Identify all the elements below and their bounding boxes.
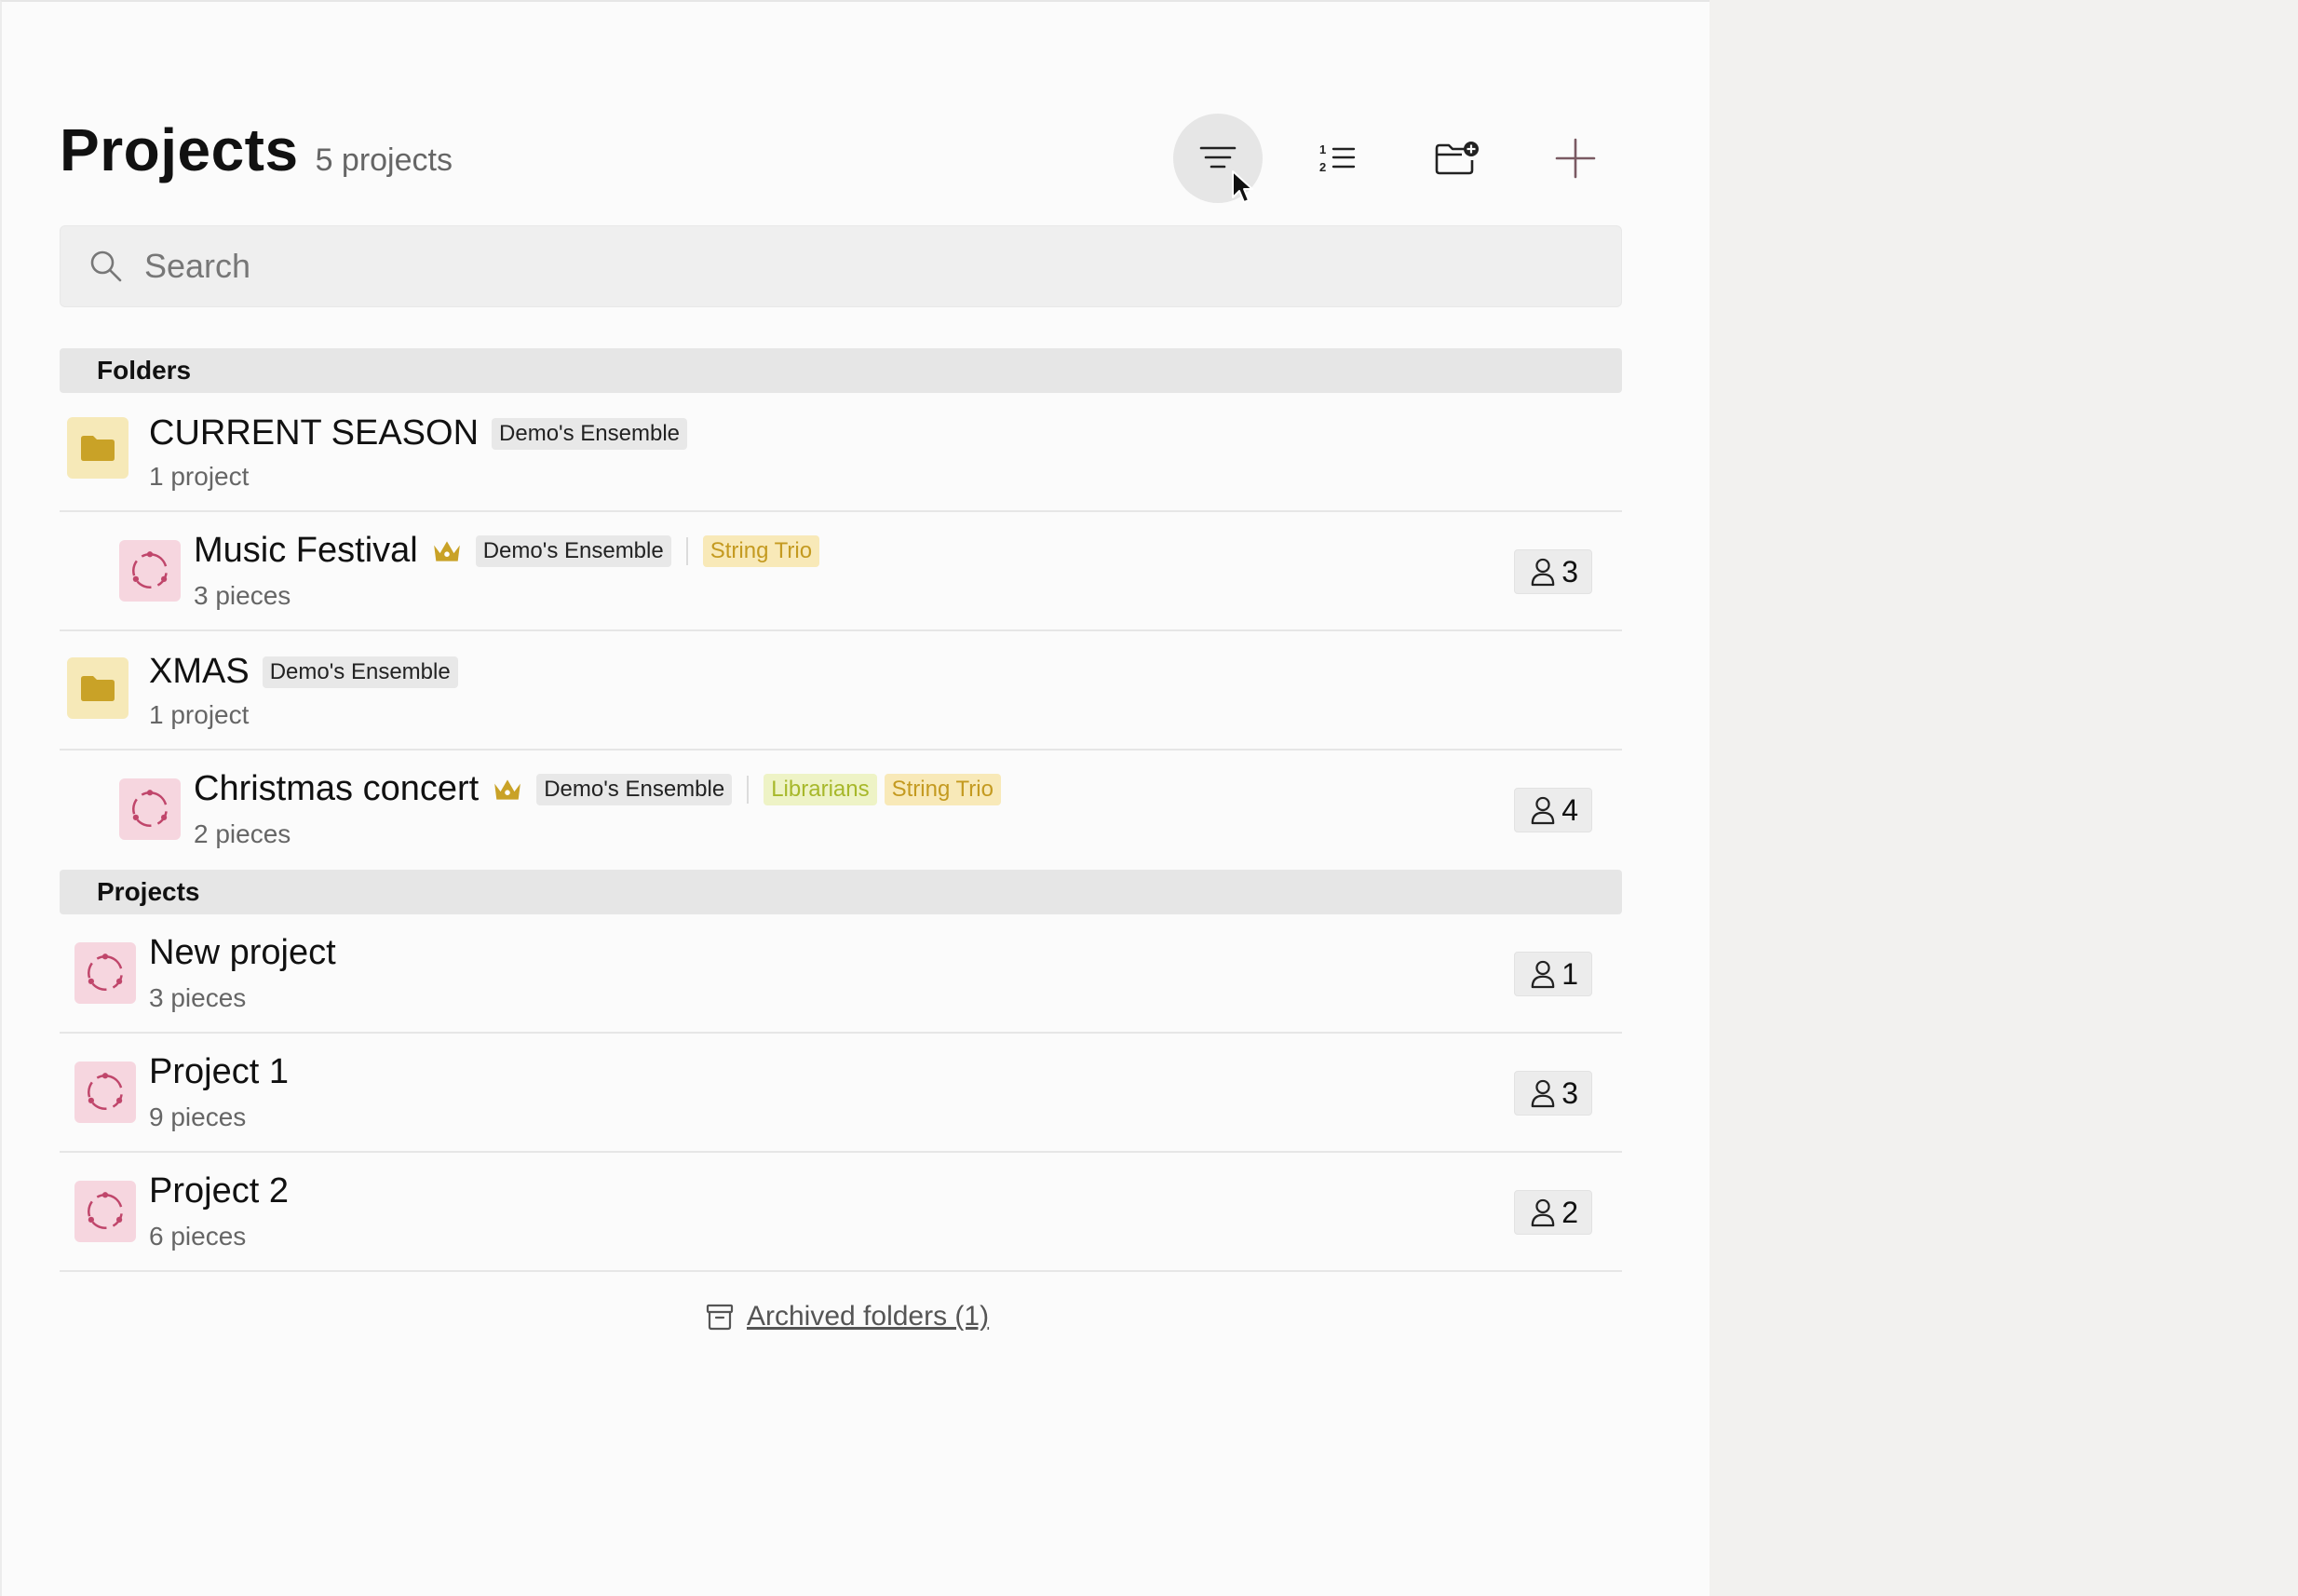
projects-panel: Projects 5 projects 1 2 Search Folders C… (0, 0, 1710, 1596)
mouse-cursor-icon (1232, 170, 1253, 203)
project-row[interactable]: New project 3 pieces 1 (60, 914, 1622, 1034)
ensemble-badge: Demo's Ensemble (475, 534, 671, 567)
project-icon (82, 1188, 128, 1235)
members-count: 4 (1561, 792, 1578, 827)
project-piece-count: 2 pieces (194, 819, 291, 848)
archived-folders[interactable]: Archived folders (1) (706, 1301, 989, 1332)
page-title: Projects (60, 116, 299, 183)
members-badge[interactable]: 3 (1514, 549, 1592, 594)
project-name: Project 1 (149, 1052, 289, 1091)
numbered-list-icon: 1 2 (1319, 142, 1356, 174)
page-header: Projects 5 projects (60, 115, 453, 184)
sort-button[interactable]: 1 2 (1292, 114, 1382, 203)
project-icon-tile (119, 778, 181, 840)
search-input[interactable] (144, 226, 1597, 306)
folders-section-header: Folders (60, 348, 1622, 393)
svg-text:1: 1 (1319, 142, 1326, 156)
project-name: Christmas concert (194, 769, 480, 808)
project-name: Project 2 (149, 1171, 289, 1211)
plus-icon (1555, 138, 1596, 179)
folder-row[interactable]: CURRENT SEASON Demo's Ensemble 1 project (60, 393, 1622, 512)
project-row[interactable]: Project 1 9 pieces 3 (60, 1034, 1622, 1153)
members-badge[interactable]: 1 (1514, 952, 1592, 996)
person-icon (1530, 557, 1556, 587)
project-piece-count: 3 pieces (194, 581, 291, 610)
folder-icon (79, 673, 116, 703)
project-row[interactable]: Music Festival Demo's Ensemble String Tr… (60, 512, 1622, 631)
group-badge-librarians: Librarians (764, 773, 877, 805)
add-project-button[interactable] (1531, 114, 1620, 203)
person-icon (1530, 959, 1556, 989)
person-icon (1530, 795, 1556, 825)
members-badge[interactable]: 2 (1514, 1190, 1592, 1235)
project-piece-count: 3 pieces (149, 983, 247, 1012)
folder-name: CURRENT SEASON (149, 413, 480, 453)
folder-add-icon (1435, 142, 1479, 175)
svg-text:2: 2 (1319, 160, 1326, 174)
archived-folders-link[interactable]: Archived folders (1) (747, 1301, 989, 1332)
members-count: 3 (1561, 1075, 1578, 1110)
project-row[interactable]: Christmas concert Demo's Ensemble Librar… (60, 751, 1622, 870)
new-folder-button[interactable] (1412, 114, 1501, 203)
filter-lines-icon (1199, 146, 1237, 169)
project-icon-tile (74, 1181, 136, 1242)
ensemble-badge: Demo's Ensemble (536, 773, 733, 805)
members-badge[interactable]: 4 (1514, 788, 1592, 832)
divider (747, 775, 750, 804)
search-icon (90, 250, 122, 282)
project-piece-count: 9 pieces (149, 1102, 247, 1131)
group-badge-string-trio: String Trio (702, 534, 820, 567)
search-bar (60, 225, 1622, 307)
projects-section-label: Projects (97, 877, 200, 906)
project-icon-tile (74, 942, 136, 1004)
members-badge[interactable]: 3 (1514, 1071, 1592, 1116)
projects-section-header: Projects (60, 870, 1622, 914)
folders-section-label: Folders (97, 356, 192, 385)
folder-project-count: 1 project (149, 700, 250, 729)
members-count: 3 (1561, 554, 1578, 588)
crown-icon (492, 776, 523, 804)
ensemble-badge: Demo's Ensemble (492, 417, 688, 450)
person-icon (1530, 1197, 1556, 1227)
right-empty-pane (1710, 0, 2298, 1596)
project-row[interactable]: Project 2 6 pieces 2 (60, 1153, 1622, 1272)
person-icon (1530, 1078, 1556, 1108)
folder-icon-tile (67, 417, 128, 479)
project-icon (82, 1069, 128, 1116)
project-count: 5 projects (315, 142, 453, 178)
project-icon-tile (74, 1062, 136, 1123)
folder-row[interactable]: XMAS Demo's Ensemble 1 project (60, 631, 1622, 751)
folder-icon (79, 433, 116, 463)
ensemble-badge: Demo's Ensemble (262, 656, 458, 688)
crown-icon (431, 537, 463, 565)
project-piece-count: 6 pieces (149, 1222, 247, 1251)
project-name: Music Festival (194, 531, 418, 570)
project-name: New project (149, 933, 336, 972)
members-count: 1 (1561, 956, 1578, 991)
archive-box-icon (706, 1304, 734, 1331)
divider (685, 536, 688, 565)
project-icon (127, 786, 173, 832)
folder-icon-tile (67, 657, 128, 719)
members-count: 2 (1561, 1195, 1578, 1229)
folder-name: XMAS (149, 652, 250, 691)
group-badge-string-trio: String Trio (884, 773, 1001, 805)
folder-project-count: 1 project (149, 462, 250, 491)
project-icon (82, 950, 128, 996)
project-icon-tile (119, 540, 181, 602)
project-icon (127, 548, 173, 594)
